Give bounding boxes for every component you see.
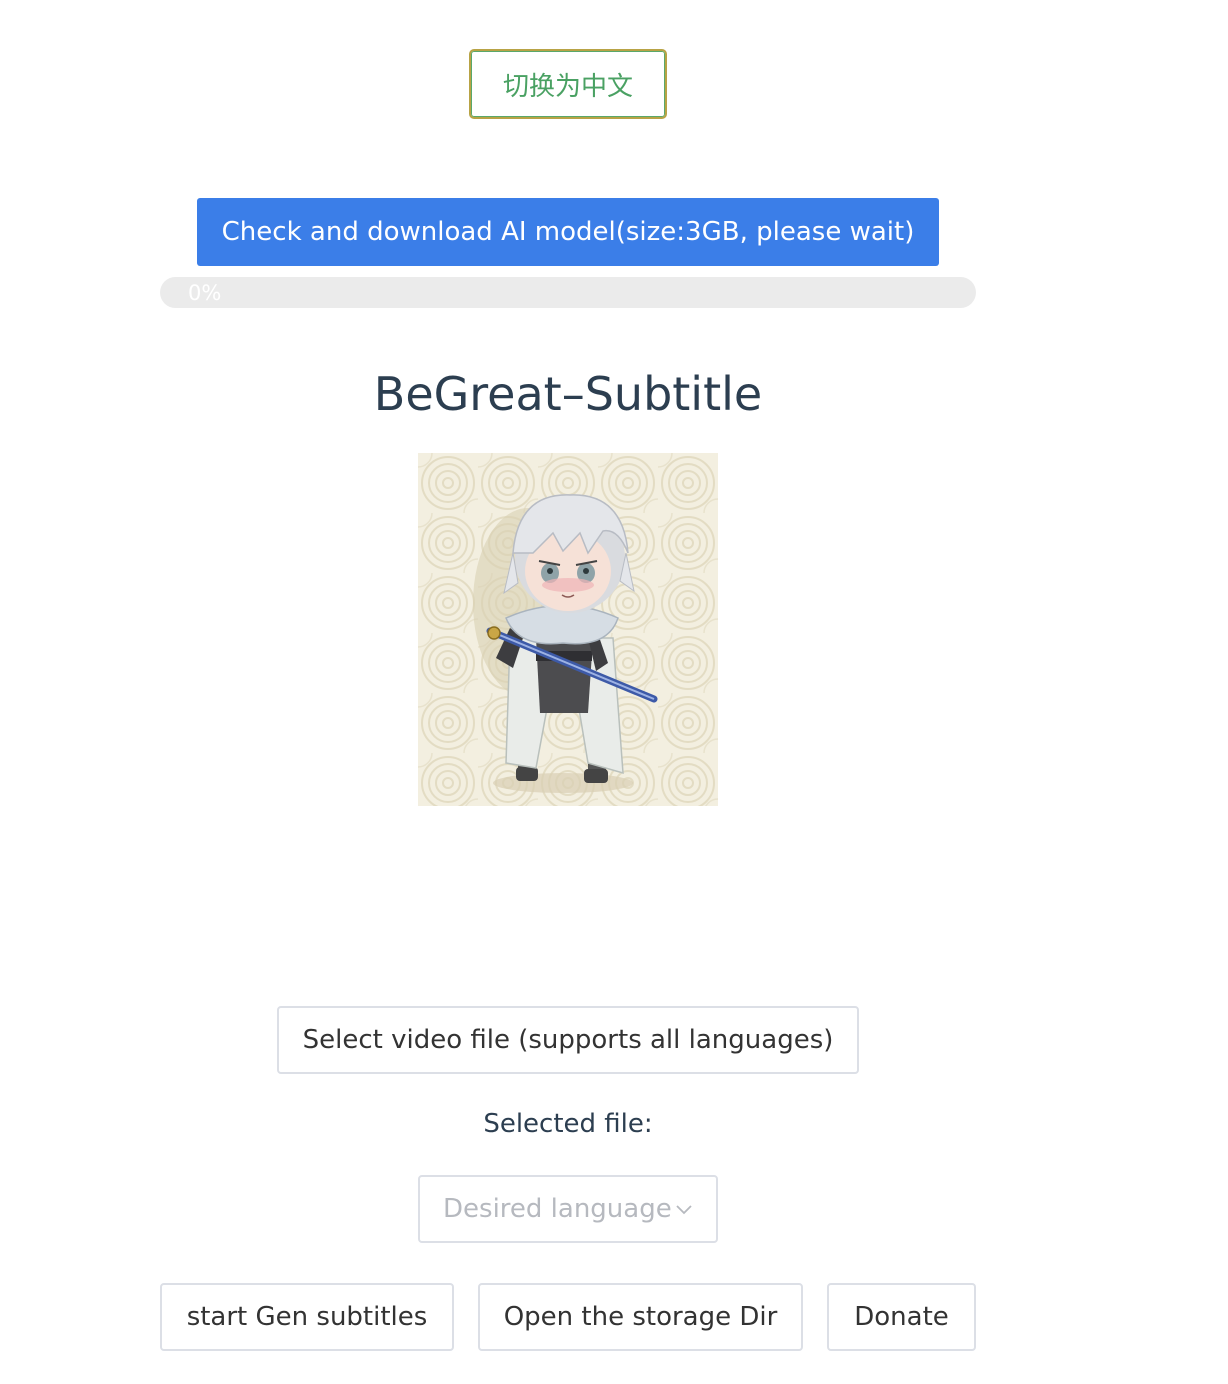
start-gen-subtitles-label: start Gen subtitles	[186, 1302, 428, 1332]
donate-label: Donate	[854, 1302, 949, 1332]
selected-file-label: Selected file:	[483, 1109, 653, 1139]
start-gen-subtitles-button[interactable]: start Gen subtitles	[160, 1283, 454, 1351]
language-select-placeholder: Desired language	[443, 1194, 672, 1224]
language-toggle-label: 切换为中文	[502, 71, 633, 102]
donate-button[interactable]: Donate	[827, 1283, 976, 1351]
download-model-label: Check and download AI model(size:3GB, pl…	[221, 217, 915, 247]
download-progress-bar: 0%	[160, 277, 976, 308]
open-storage-dir-label: Open the storage Dir	[503, 1302, 778, 1332]
app-page: 切换为中文 Check and download AI model(size:3…	[0, 0, 1228, 1384]
language-toggle-button[interactable]: 切换为中文	[469, 49, 667, 119]
language-select[interactable]: Desired language	[418, 1175, 718, 1243]
download-model-button[interactable]: Check and download AI model(size:3GB, pl…	[197, 198, 939, 266]
chevron-down-icon	[676, 1205, 692, 1215]
select-video-label: Select video file (supports all language…	[302, 1025, 834, 1055]
download-progress-text: 0%	[188, 281, 222, 305]
select-video-button[interactable]: Select video file (supports all language…	[277, 1006, 859, 1074]
app-title: BeGreat–Subtitle	[373, 367, 763, 421]
mascot-image	[418, 453, 718, 806]
open-storage-dir-button[interactable]: Open the storage Dir	[478, 1283, 803, 1351]
